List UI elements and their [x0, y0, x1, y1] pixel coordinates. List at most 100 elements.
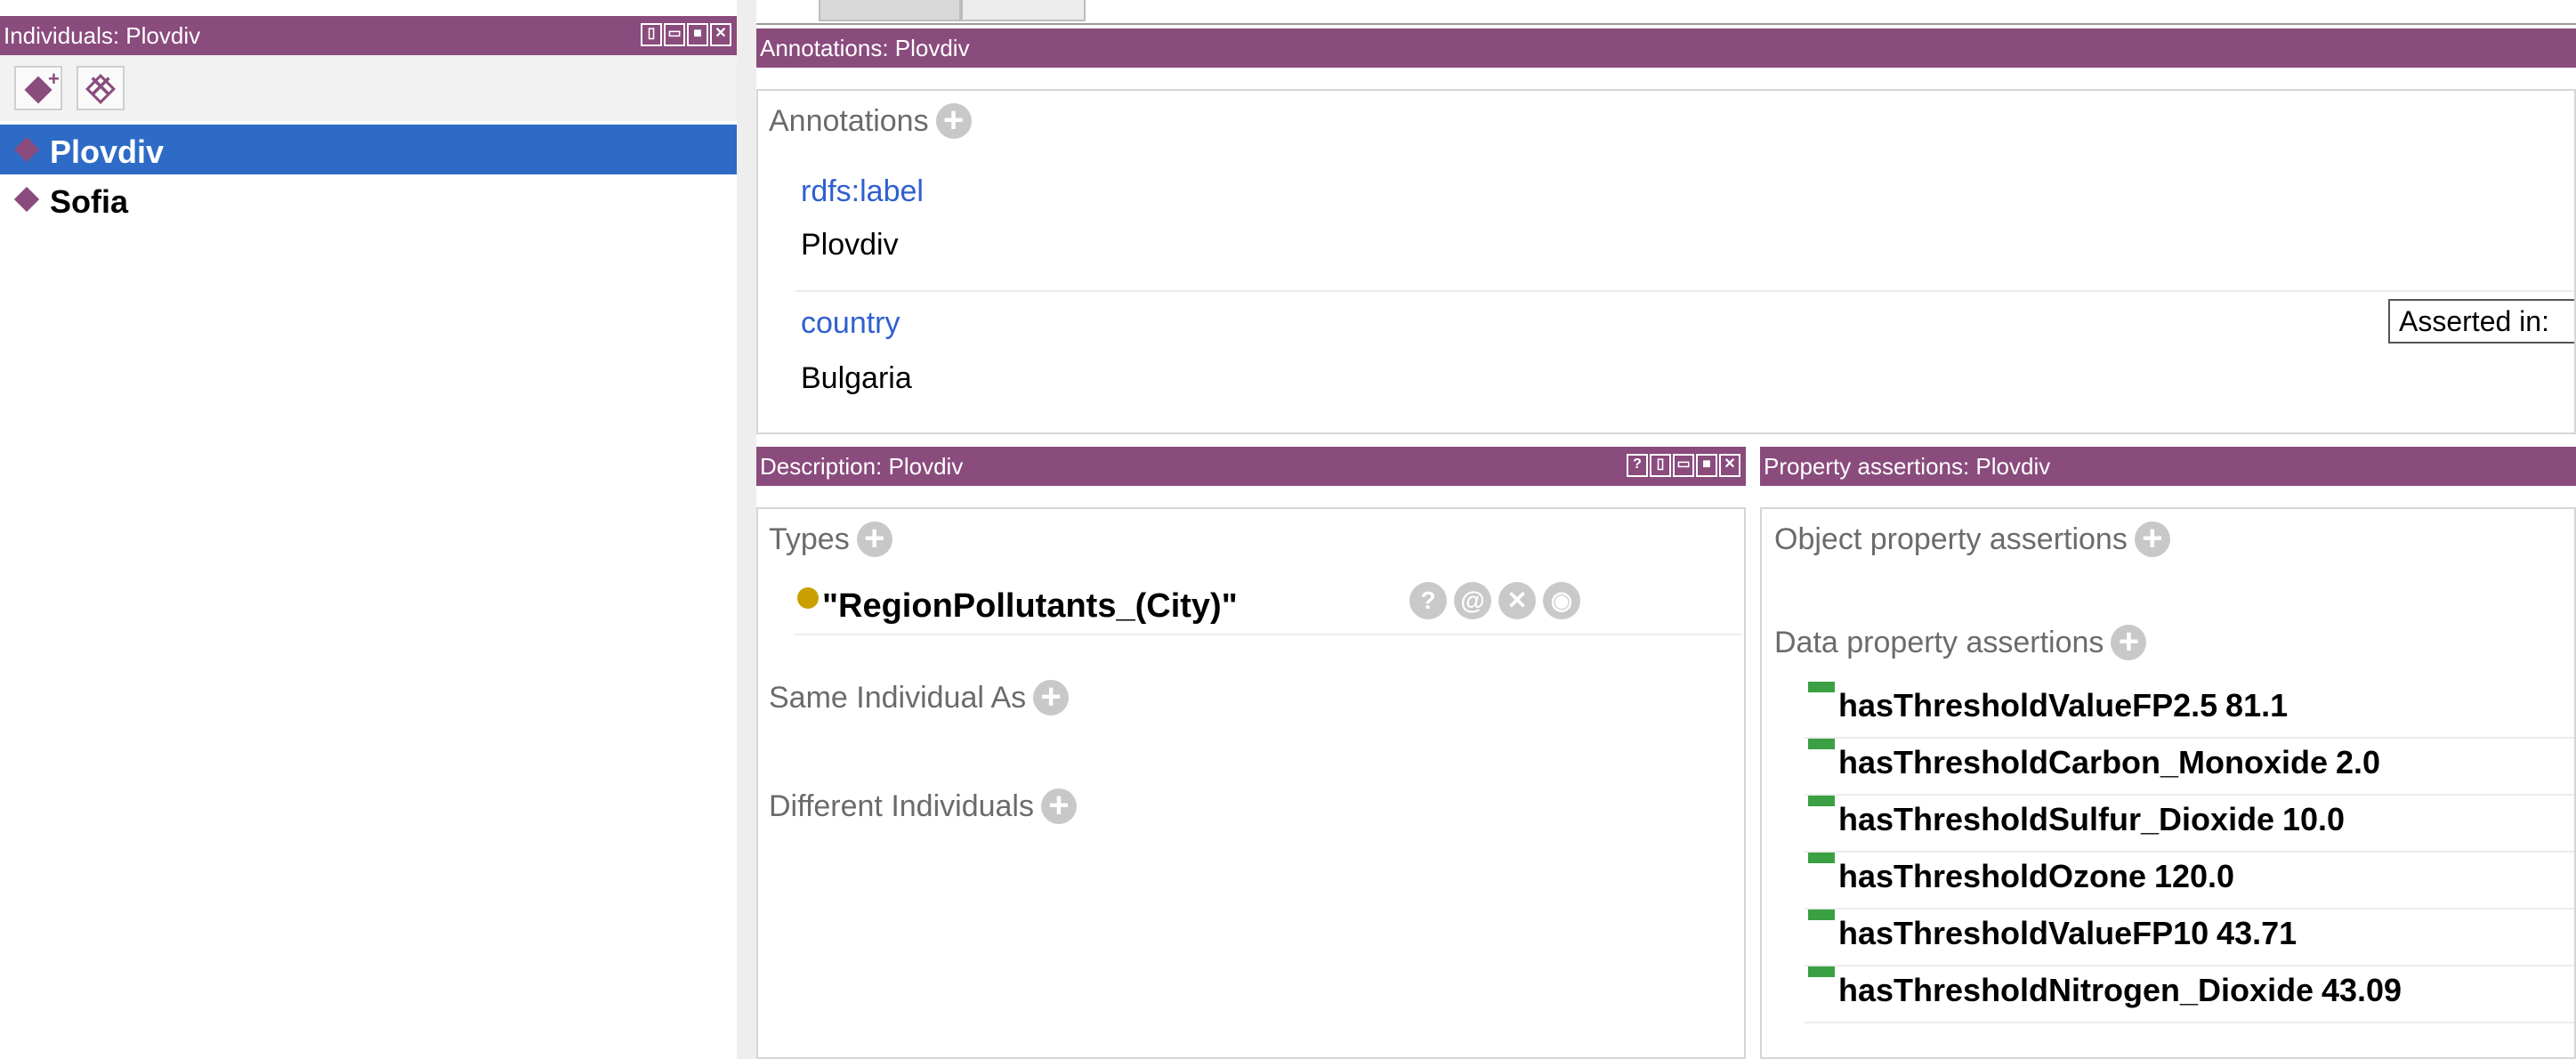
- split-vertical-icon[interactable]: ▯: [641, 23, 662, 46]
- description-title: Description: Plovdiv: [760, 453, 964, 480]
- data-property-value: 2.0: [2335, 744, 2380, 780]
- delete-icon[interactable]: ✕: [1498, 582, 1536, 619]
- tab-remnant-active[interactable]: [961, 0, 1086, 21]
- data-property-icon: [1808, 682, 1835, 692]
- annotation-value: Plovdiv: [801, 228, 899, 262]
- type-actions: ? @ ✕ ◉: [1402, 582, 1580, 619]
- add-annotation-icon[interactable]: +: [935, 102, 972, 139]
- data-property-name: hasThresholdValueFP10: [1838, 915, 2209, 951]
- data-property-row[interactable]: hasThresholdNitrogen_Dioxide 43.09: [1808, 966, 2574, 1027]
- object-property-header: Object property assertions +: [1774, 521, 2170, 557]
- data-property-row[interactable]: hasThresholdValueFP2.5 81.1: [1808, 682, 2574, 742]
- annotations-title: Annotations: Plovdiv: [760, 35, 970, 61]
- same-individual-header: Same Individual As +: [769, 679, 1070, 715]
- close-icon[interactable]: ✕: [710, 23, 731, 46]
- panel-divider[interactable]: [737, 0, 756, 1059]
- explain-icon[interactable]: ?: [1409, 582, 1447, 619]
- row-separator: [1805, 737, 2574, 739]
- annotation-value: Bulgaria: [801, 361, 912, 395]
- individuals-window-buttons: ▯ ▭ ■ ✕: [641, 23, 731, 46]
- same-individual-label: Same Individual As: [769, 680, 1027, 715]
- data-property-value: 120.0: [2153, 858, 2235, 894]
- asserted-in-tooltip: Asserted in:: [2388, 299, 2574, 344]
- different-individuals-header: Different Individuals +: [769, 788, 1077, 824]
- add-object-property-icon[interactable]: +: [2134, 521, 2170, 557]
- annotation-entry[interactable]: country Bulgaria: [801, 304, 2572, 420]
- row-separator: [1805, 965, 2574, 966]
- annotations-titlebar: Annotations: Plovdiv: [756, 28, 2576, 68]
- annotation-separator: [795, 290, 2574, 292]
- maximize-icon[interactable]: ■: [1696, 454, 1717, 477]
- individual-label: Plovdiv: [50, 133, 165, 170]
- data-property-icon: [1808, 966, 1835, 977]
- annotation-property[interactable]: rdfs:label: [801, 174, 924, 209]
- annotations-header-label: Annotations: [769, 103, 929, 138]
- data-property-name: hasThresholdCarbon_Monoxide: [1838, 744, 2329, 780]
- data-property-icon: [1808, 909, 1835, 920]
- property-assertions-title: Property assertions: Plovdiv: [1764, 453, 2051, 480]
- row-separator: [1805, 851, 2574, 853]
- data-property-row[interactable]: hasThresholdOzone 120.0: [1808, 853, 2574, 913]
- description-window-buttons: ? ▯ ▭ ■ ✕: [1627, 454, 1740, 477]
- individuals-titlebar: Individuals: Plovdiv ▯ ▭ ■ ✕: [0, 16, 737, 55]
- data-property-icon: [1808, 796, 1835, 806]
- help-icon[interactable]: ?: [1627, 454, 1648, 477]
- data-property-value: 81.1: [2225, 687, 2289, 724]
- data-property-icon: [1808, 853, 1835, 863]
- type-value: "RegionPollutants_(City)": [822, 587, 1238, 625]
- tab-strip: [756, 0, 2576, 27]
- annotations-panel: Annotations + rdfs:label Plovdiv country…: [756, 89, 2576, 434]
- individual-item-sofia[interactable]: Sofia: [0, 176, 737, 226]
- individuals-toolbar: + ✕: [0, 55, 737, 121]
- individual-label: Sofia: [50, 183, 129, 220]
- add-individual-button[interactable]: +: [14, 66, 62, 110]
- types-header-label: Types: [769, 521, 850, 556]
- data-property-value: 43.09: [2321, 972, 2402, 1008]
- property-assertions-panel: Object property assertions + Data proper…: [1760, 507, 2576, 1059]
- split-horizontal-icon[interactable]: ▭: [1673, 454, 1694, 477]
- different-individuals-label: Different Individuals: [769, 788, 1034, 823]
- row-separator: [1805, 794, 2574, 796]
- data-property-row[interactable]: hasThresholdValueFP10 43.71: [1808, 909, 2574, 970]
- edit-icon[interactable]: ◉: [1543, 582, 1580, 619]
- tab-remnant[interactable]: [819, 0, 961, 21]
- class-dot-icon: [797, 587, 819, 609]
- row-separator: [1805, 1022, 2574, 1023]
- data-property-row[interactable]: hasThresholdCarbon_Monoxide 2.0: [1808, 739, 2574, 799]
- data-property-value: 43.71: [2217, 915, 2297, 951]
- data-property-row[interactable]: hasThresholdSulfur_Dioxide 10.0: [1808, 796, 2574, 856]
- annotations-header: Annotations +: [769, 102, 972, 139]
- object-property-label: Object property assertions: [1774, 521, 2128, 556]
- add-different-individual-icon[interactable]: +: [1040, 788, 1077, 824]
- description-panel: Types + "RegionPollutants_(City)" ? @ ✕ …: [756, 507, 1746, 1059]
- data-property-name: hasThresholdSulfur_Dioxide: [1838, 801, 2275, 837]
- individual-item-plovdiv[interactable]: Plovdiv: [0, 125, 737, 174]
- individuals-title: Individuals: Plovdiv: [4, 22, 201, 49]
- data-property-header: Data property assertions +: [1774, 624, 2147, 660]
- type-separator: [794, 634, 1742, 635]
- data-property-name: hasThresholdValueFP2.5: [1838, 687, 2218, 724]
- maximize-icon[interactable]: ■: [687, 23, 708, 46]
- individual-diamond-icon: [13, 186, 40, 213]
- data-property-name: hasThresholdNitrogen_Dioxide: [1838, 972, 2314, 1008]
- annotate-icon[interactable]: @: [1454, 582, 1491, 619]
- data-property-icon: [1808, 739, 1835, 749]
- individuals-list: Plovdiv Sofia: [0, 121, 737, 1059]
- add-data-property-icon[interactable]: +: [2111, 624, 2147, 660]
- delete-individual-button[interactable]: ✕: [77, 66, 125, 110]
- data-property-name: hasThresholdOzone: [1838, 858, 2147, 894]
- annotation-entry[interactable]: rdfs:label Plovdiv: [801, 171, 2572, 287]
- data-property-label: Data property assertions: [1774, 625, 2104, 659]
- add-type-icon[interactable]: +: [856, 521, 892, 557]
- type-entry[interactable]: "RegionPollutants_(City)" ? @ ✕ ◉: [797, 580, 1744, 632]
- data-property-value: 10.0: [2281, 801, 2346, 837]
- annotation-property[interactable]: country: [801, 306, 900, 341]
- types-header: Types +: [769, 521, 892, 557]
- property-assertions-titlebar: Property assertions: Plovdiv: [1760, 447, 2576, 486]
- split-horizontal-icon[interactable]: ▭: [664, 23, 685, 46]
- split-vertical-icon[interactable]: ▯: [1650, 454, 1671, 477]
- close-icon[interactable]: ✕: [1719, 454, 1740, 477]
- description-titlebar: Description: Plovdiv ? ▯ ▭ ■ ✕: [756, 447, 1746, 486]
- add-same-individual-icon[interactable]: +: [1033, 679, 1070, 715]
- row-separator: [1805, 908, 2574, 909]
